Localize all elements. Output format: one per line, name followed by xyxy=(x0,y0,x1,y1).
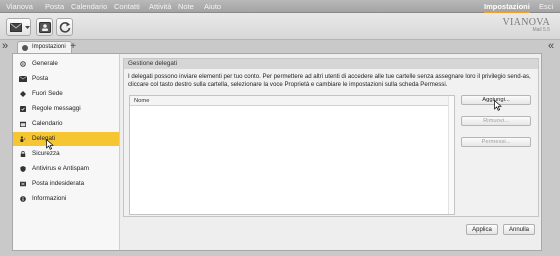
expand-right-icon[interactable]: « xyxy=(548,41,554,52)
add-tab-button[interactable]: + xyxy=(67,41,79,53)
sidebar-item-delegati[interactable]: ± Delegati xyxy=(13,132,119,146)
sidebar-item-informazioni[interactable]: Informazioni xyxy=(13,192,119,206)
remove-delegate-button[interactable]: Rimuovi... xyxy=(461,116,531,126)
address-book-icon xyxy=(39,22,51,33)
mouse-cursor-icon xyxy=(494,100,502,111)
menu-calendario[interactable]: Calendario xyxy=(71,2,107,11)
vianova-logo: VIANOVA Mail 5.5 xyxy=(503,17,550,33)
sidebar-item-label: Regole messaggi xyxy=(32,105,81,112)
sidebar-item-regole[interactable]: Regole messaggi xyxy=(13,102,119,116)
delegates-icon: ± xyxy=(20,136,26,142)
delegates-list[interactable]: Nome xyxy=(129,95,455,215)
mail-icon xyxy=(10,23,22,32)
tab-impostazioni[interactable]: Impostazioni xyxy=(17,41,72,53)
chevron-down-icon xyxy=(25,26,30,29)
menu-vianova[interactable]: Vianova xyxy=(6,2,33,11)
tab-label: Impostazioni xyxy=(32,44,66,50)
away-icon xyxy=(20,91,26,97)
sidebar-item-calendario[interactable]: Calendario xyxy=(13,117,119,131)
menu-esci[interactable]: Esci xyxy=(539,2,553,11)
settings-sidebar: Generale Posta Fuori Sede Regole messagg… xyxy=(13,54,120,250)
sidebar-item-label: Informazioni xyxy=(32,195,67,202)
apply-button[interactable]: Applica xyxy=(466,224,498,235)
sidebar-item-fuori-sede[interactable]: Fuori Sede xyxy=(13,87,119,101)
menu-attivita[interactable]: Attività xyxy=(149,2,172,11)
cancel-button[interactable]: Annulla xyxy=(503,224,535,235)
toolbar: VIANOVA Mail 5.5 xyxy=(0,13,560,40)
new-mail-button[interactable] xyxy=(6,18,31,36)
menu-contatti[interactable]: Contatti xyxy=(114,2,140,11)
svg-text:±: ± xyxy=(24,137,26,141)
sidebar-item-label: Fuori Sede xyxy=(32,90,63,97)
sidebar-item-label: Antivirus e Antispam xyxy=(32,165,90,172)
delegates-panel: Gestione delegati I delegati possono inv… xyxy=(123,58,539,217)
settings-content: Gestione delegati I delegati possono inv… xyxy=(121,54,541,250)
junk-icon xyxy=(20,181,26,187)
panel-description: I delegati possono inviare elementi per … xyxy=(128,73,531,88)
sidebar-item-posta[interactable]: Posta xyxy=(13,72,119,86)
tab-strip: Impostazioni + xyxy=(12,41,542,53)
gear-icon xyxy=(20,61,26,67)
panel-title: Gestione delegati xyxy=(124,59,538,69)
top-menu-bar: Vianova Posta Calendario Contatti Attivi… xyxy=(0,0,560,14)
plus-icon: + xyxy=(70,41,76,52)
list-scrollbar[interactable] xyxy=(448,96,454,214)
calendar-icon xyxy=(20,121,26,127)
settings-frame: Generale Posta Fuori Sede Regole messagg… xyxy=(12,53,542,251)
sidebar-item-label: Sicurezza xyxy=(32,150,60,157)
expand-left-icon[interactable]: » xyxy=(2,41,8,52)
mail-icon xyxy=(19,76,27,82)
gear-icon xyxy=(22,45,28,51)
permissions-button[interactable]: Permessi... xyxy=(461,137,531,147)
mouse-cursor-icon xyxy=(46,139,54,150)
menu-note[interactable]: Note xyxy=(178,2,194,11)
sidebar-item-label: Posta xyxy=(32,75,49,82)
sidebar-item-label: Generale xyxy=(32,60,58,67)
list-column-name[interactable]: Nome xyxy=(130,96,454,106)
sidebar-item-label: Calendario xyxy=(32,120,63,127)
menu-aiuto[interactable]: Aiuto xyxy=(204,2,221,11)
lock-icon xyxy=(20,151,26,157)
shield-icon xyxy=(20,166,26,172)
sidebar-item-sicurezza[interactable]: Sicurezza xyxy=(13,147,119,161)
sidebar-item-antivirus[interactable]: Antivirus e Antispam xyxy=(13,162,119,176)
menu-posta[interactable]: Posta xyxy=(45,2,64,11)
sidebar-item-generale[interactable]: Generale xyxy=(13,57,119,71)
sidebar-item-posta-indesiderata[interactable]: Posta indesiderata xyxy=(13,177,119,191)
rules-icon xyxy=(20,106,26,112)
refresh-button[interactable] xyxy=(56,18,73,36)
sidebar-item-label: Posta indesiderata xyxy=(32,180,85,187)
address-book-button[interactable] xyxy=(36,18,53,36)
info-icon xyxy=(20,196,26,202)
refresh-icon xyxy=(59,22,71,33)
